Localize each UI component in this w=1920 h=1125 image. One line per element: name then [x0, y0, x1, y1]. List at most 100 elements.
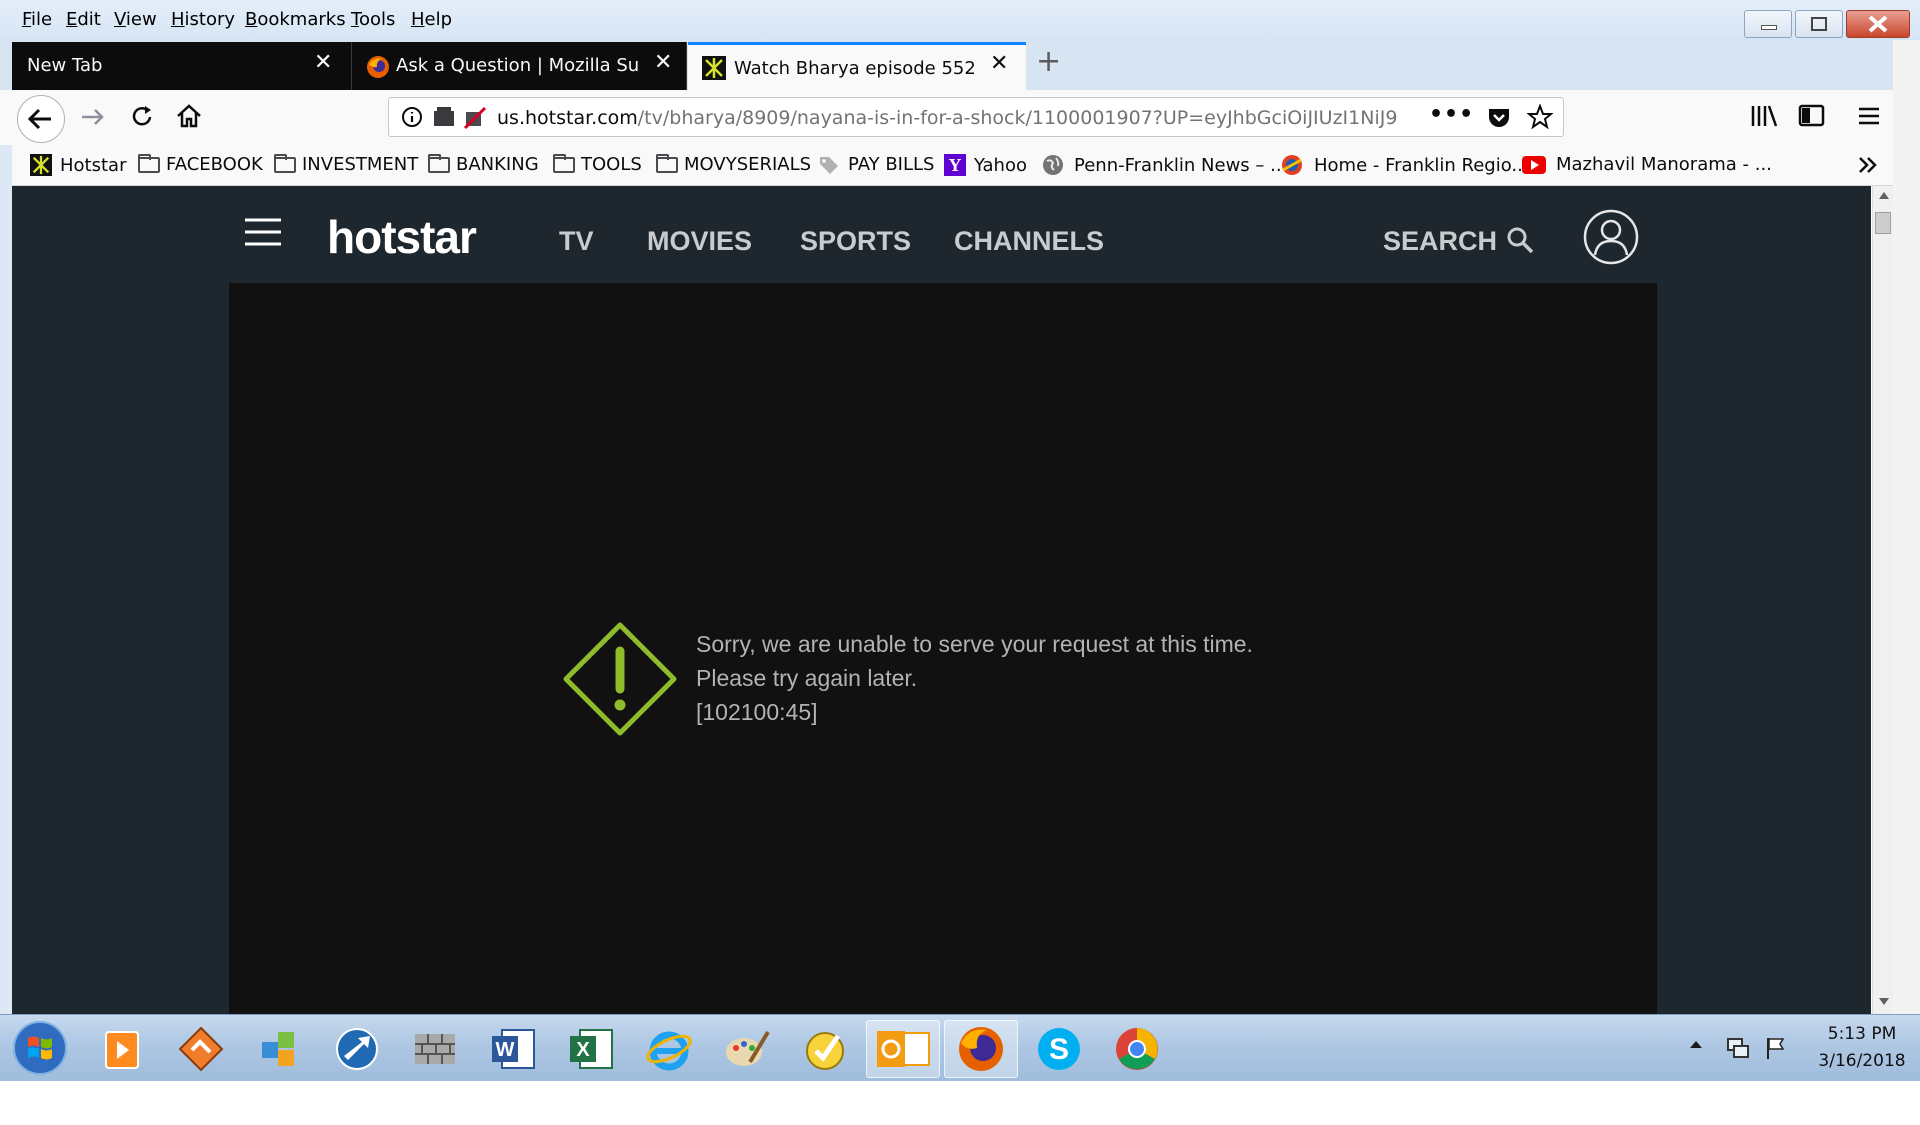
show-hidden-icons-icon[interactable] — [1690, 1041, 1702, 1048]
scroll-up-icon[interactable] — [1879, 192, 1889, 199]
menu-tools[interactable]: Tools — [351, 9, 395, 30]
network-icon[interactable] — [1725, 1035, 1751, 1061]
hotstar-logo[interactable]: hotstar — [327, 210, 477, 264]
more-bookmarks-icon[interactable] — [1856, 154, 1880, 176]
error-code: [102100:45] — [696, 699, 818, 725]
nav-movies[interactable]: MOVIES — [647, 226, 752, 257]
menu-history[interactable]: History — [171, 9, 235, 30]
home-icon[interactable] — [174, 101, 204, 131]
tab-title: Watch Bharya episode 552 Online — [734, 58, 980, 79]
maximize-button[interactable] — [1795, 10, 1843, 38]
hamburger-menu-icon[interactable] — [1857, 104, 1881, 128]
start-button-icon[interactable] — [12, 1020, 68, 1076]
bookmark-banking[interactable]: BANKING — [428, 153, 539, 175]
scroll-down-icon[interactable] — [1879, 998, 1889, 1005]
close-tab-icon[interactable]: ✕ — [314, 52, 332, 74]
bookmark-movyserials[interactable]: MOVYSERIALS — [656, 153, 811, 175]
nav-sports[interactable]: SPORTS — [800, 226, 911, 257]
blocked-media-icon[interactable] — [463, 106, 487, 130]
app-icon-orange[interactable] — [176, 1024, 226, 1074]
menu-view[interactable]: View — [114, 9, 157, 30]
page-icon[interactable] — [433, 107, 455, 127]
bookmarks-toolbar: Hotstar FACEBOOK INVESTMENT BANKING TOOL… — [0, 145, 1920, 186]
bookmark-label: INVESTMENT — [302, 154, 419, 175]
menu-help[interactable]: Help — [411, 9, 452, 30]
tag-icon — [820, 156, 838, 174]
url-bar[interactable]: us.hotstar.com/tv/bharya/8909/nayana-is-… — [388, 97, 1564, 137]
word-icon[interactable]: W — [488, 1024, 538, 1074]
close-tab-icon[interactable]: ✕ — [654, 52, 672, 74]
window-edge — [1893, 40, 1920, 1014]
internet-explorer-icon[interactable] — [644, 1024, 694, 1074]
sidebar-icon[interactable] — [1798, 103, 1826, 129]
hamburger-menu-icon[interactable] — [243, 216, 283, 248]
window-border-left — [0, 145, 12, 1014]
folder-icon — [656, 153, 678, 173]
firefox-taskbar-button[interactable] — [944, 1020, 1018, 1078]
tab-mozilla-support[interactable]: Ask a Question | Mozilla Support ✕ — [352, 42, 687, 90]
tab-strip: New Tab ✕ Ask a Question | Mozilla Suppo… — [0, 40, 1920, 90]
bookmark-label: FACEBOOK — [166, 154, 263, 175]
profile-avatar-icon[interactable] — [1582, 208, 1640, 266]
bookmark-penn-franklin[interactable]: Penn-Franklin News – ... — [1042, 154, 1287, 176]
page-actions-icon[interactable]: ••• — [1429, 102, 1474, 127]
bookmark-star-icon[interactable] — [1527, 104, 1553, 130]
close-icon — [1868, 15, 1888, 33]
menu-edit[interactable]: Edit — [66, 9, 101, 30]
bookmark-pay-bills[interactable]: PAY BILLS — [818, 154, 934, 175]
search-label[interactable]: SEARCH — [1383, 226, 1497, 257]
folder-icon — [428, 153, 450, 173]
taskbar: W X S 5:13 PM 3/16/2018 — [0, 1014, 1920, 1082]
tab-new-tab[interactable]: New Tab ✕ — [12, 42, 352, 90]
scroll-thumb[interactable] — [1875, 212, 1891, 234]
library-icon[interactable] — [1750, 103, 1778, 129]
bookmark-label: PAY BILLS — [848, 154, 935, 175]
firewall-icon[interactable] — [410, 1024, 460, 1074]
system-clock[interactable]: 5:13 PM 3/16/2018 — [1812, 1021, 1912, 1075]
bookmark-yahoo[interactable]: Y Yahoo — [944, 154, 1027, 176]
nav-tv[interactable]: TV — [559, 226, 594, 257]
skype-icon[interactable]: S — [1034, 1024, 1084, 1074]
app-icon-cubes[interactable] — [254, 1024, 304, 1074]
bookmark-hotstar[interactable]: Hotstar — [30, 154, 126, 176]
url-text[interactable]: us.hotstar.com/tv/bharya/8909/nayana-is-… — [497, 107, 1397, 129]
tab-title: Ask a Question | Mozilla Support — [396, 55, 640, 76]
clock-date: 3/16/2018 — [1818, 1051, 1906, 1071]
chrome-icon[interactable] — [1112, 1024, 1162, 1074]
page-scrollbar[interactable] — [1872, 186, 1893, 1014]
outlook-taskbar-button[interactable] — [866, 1020, 940, 1078]
bookmark-label: TOOLS — [581, 154, 642, 175]
svg-text:X: X — [576, 1039, 590, 1061]
paint-icon[interactable] — [722, 1024, 772, 1074]
hotstar-icon — [30, 154, 52, 176]
video-player[interactable]: Sorry, we are unable to serve your reque… — [229, 283, 1657, 1014]
tab-hotstar[interactable]: Watch Bharya episode 552 Online ✕ — [688, 42, 1026, 90]
search-icon[interactable] — [1506, 226, 1536, 256]
menu-file[interactable]: File — [22, 9, 52, 30]
task-app-icon[interactable] — [800, 1024, 850, 1074]
bookmark-mazhavil-manorama[interactable]: Mazhavil Manorama - ... — [1522, 154, 1772, 175]
bookmark-facebook[interactable]: FACEBOOK — [138, 153, 263, 175]
new-tab-icon[interactable]: + — [1036, 44, 1061, 79]
nav-channels[interactable]: CHANNELS — [954, 226, 1104, 257]
bookmark-label: Penn-Franklin News – ... — [1074, 154, 1288, 176]
media-player-icon[interactable] — [98, 1024, 148, 1074]
firefox-icon — [959, 1027, 1003, 1071]
close-window-button[interactable] — [1846, 10, 1910, 38]
minimize-button[interactable] — [1744, 10, 1792, 38]
pocket-icon[interactable] — [1487, 106, 1511, 130]
forward-arrow-icon[interactable] — [78, 102, 108, 132]
clock-time: 5:13 PM — [1827, 1024, 1897, 1044]
bookmark-investment[interactable]: INVESTMENT — [274, 153, 419, 175]
bookmark-tools[interactable]: TOOLS — [553, 153, 642, 175]
info-icon[interactable] — [401, 106, 423, 128]
app-icon-arrow[interactable] — [332, 1024, 382, 1074]
back-button[interactable] — [17, 95, 65, 143]
site-icon — [1282, 155, 1302, 175]
excel-icon[interactable]: X — [566, 1024, 616, 1074]
reload-icon[interactable] — [127, 102, 157, 132]
bookmark-franklin-regional[interactable]: Home - Franklin Regio... — [1280, 154, 1529, 176]
action-center-flag-icon[interactable] — [1763, 1035, 1789, 1061]
close-tab-icon[interactable]: ✕ — [990, 53, 1008, 75]
menu-bookmarks[interactable]: Bookmarks — [245, 9, 346, 30]
